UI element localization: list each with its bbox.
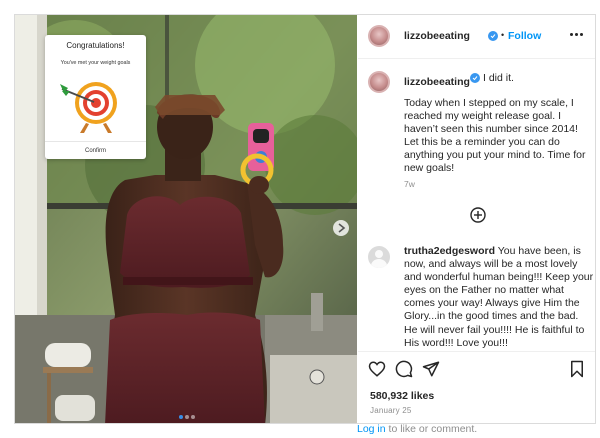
post-header: lizzobeeating • Follow (358, 15, 595, 59)
popup-subtitle: You've met your weight goals (60, 60, 131, 66)
next-photo-button[interactable] (333, 220, 349, 236)
commenter-avatar[interactable] (368, 246, 390, 268)
verified-badge-icon (470, 73, 480, 83)
carousel-dot[interactable] (185, 415, 189, 419)
share-icon[interactable] (422, 360, 440, 378)
caption-lead: I did it. (483, 72, 514, 84)
default-avatar-body (371, 259, 387, 268)
target-arrow-icon (60, 82, 117, 133)
caption-avatar[interactable] (368, 71, 390, 93)
verified-badge-icon (488, 31, 498, 41)
post-details-panel: lizzobeeating • Follow lizzobeeating I d… (358, 15, 595, 423)
follow-button[interactable]: Follow (508, 30, 541, 42)
comment-username[interactable]: trutha2edgesword (404, 245, 495, 257)
popup-divider (45, 141, 146, 142)
comment-body: You have been, is now, and always will b… (404, 245, 594, 348)
comment-item: trutha2edgesword You have been, is now, … (404, 245, 594, 348)
load-more-comments-icon[interactable] (470, 207, 486, 223)
popup-title: Congratulations! (66, 41, 125, 50)
avatar-image (370, 27, 388, 45)
more-options-icon[interactable] (569, 27, 585, 41)
confirm-button[interactable]: Confirm (45, 148, 146, 154)
default-avatar-head (375, 250, 383, 258)
heart-icon[interactable] (368, 360, 386, 378)
post-photo[interactable]: Congratulations! You've met your weight … (15, 15, 357, 423)
avatar[interactable] (368, 25, 390, 47)
like-count[interactable]: 580,932 likes (370, 390, 434, 402)
header-username[interactable]: lizzobeeating (404, 30, 470, 42)
carousel-dot[interactable] (179, 415, 183, 419)
bookmark-icon[interactable] (568, 360, 586, 378)
chevron-right-icon (338, 223, 346, 233)
login-link[interactable]: Log in (357, 423, 386, 435)
header-separator: • (501, 30, 505, 40)
instagram-post: Congratulations! You've met your weight … (14, 14, 596, 424)
post-actions: 580,932 likes January 25 (358, 351, 595, 423)
caption-text: Today when I stepped on my scale, I reac… (404, 97, 586, 174)
login-prompt: Log in to like or comment. (357, 423, 477, 435)
comment-icon[interactable] (395, 360, 413, 378)
post-age[interactable]: 7w (404, 179, 415, 189)
login-prompt-text: to like or comment. (385, 423, 478, 435)
congratulations-popup: Congratulations! You've met your weight … (45, 35, 146, 159)
carousel-dot[interactable] (191, 415, 195, 419)
caption-username[interactable]: lizzobeeating (404, 72, 470, 90)
avatar-image (370, 73, 388, 91)
post-date[interactable]: January 25 (370, 406, 412, 415)
